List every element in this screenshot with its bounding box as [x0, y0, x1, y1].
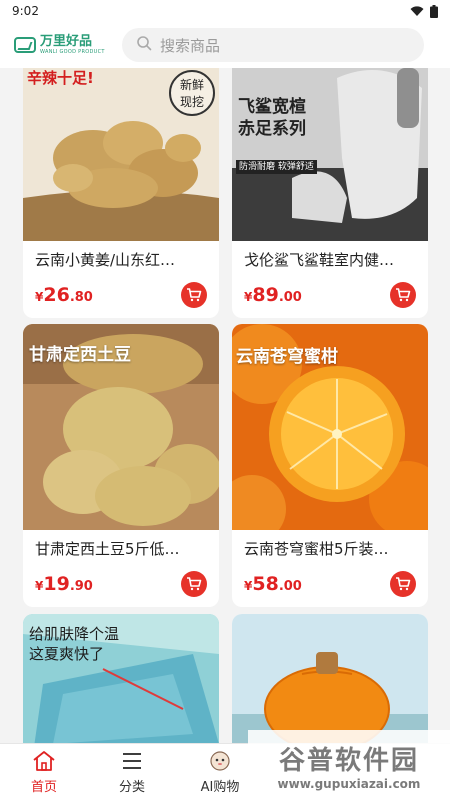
- product-card[interactable]: 云南苍穹蜜柑 云南苍穹蜜柑5斤装… ¥ 58 .00: [232, 324, 428, 607]
- fresh-badge: 新鲜 现挖: [169, 70, 215, 116]
- image-caption: 云南苍穹蜜柑: [236, 347, 338, 367]
- product-card[interactable]: [232, 614, 428, 743]
- image-caption: 赤足系列: [238, 119, 306, 139]
- product-image-pumpkin[interactable]: [232, 614, 428, 743]
- cart-icon: [396, 288, 411, 302]
- logo-name: 万里好品: [40, 34, 93, 49]
- logo-mark-icon: [14, 37, 36, 53]
- product-grid[interactable]: 辛辣十足! 新鲜 现挖 云南小黄姜/山东红… ¥ 26 .80 飞鲨宽楦 赤足系…: [23, 68, 428, 743]
- image-caption: 防滑耐磨 软弹舒适: [236, 160, 317, 175]
- logo-subtitle: WANLI GOOD PRODUCT: [40, 49, 105, 55]
- product-title[interactable]: 戈伦鲨飞鲨鞋室内健…: [232, 249, 428, 270]
- add-to-cart-button[interactable]: [390, 282, 416, 308]
- image-caption: 辛辣十足!: [27, 69, 94, 87]
- image-caption: 飞鲨宽楦: [238, 97, 306, 117]
- image-caption: 这夏爽快了: [29, 645, 105, 663]
- watermark: 谷普软件园 www.gupuxiazai.com: [248, 730, 450, 800]
- search-icon: [136, 35, 152, 55]
- product-image-oranges[interactable]: 云南苍穹蜜柑: [232, 324, 428, 530]
- search-placeholder: 搜索商品: [160, 36, 221, 55]
- add-to-cart-button[interactable]: [181, 571, 207, 597]
- watermark-title: 谷普软件园: [278, 745, 419, 776]
- ai-mascot-icon: [210, 751, 230, 771]
- status-icons: [410, 4, 438, 18]
- product-title[interactable]: 云南小黄姜/山东红…: [23, 249, 219, 270]
- product-card[interactable]: 甘肃定西土豆 甘肃定西土豆5斤低… ¥ 19 .90: [23, 324, 219, 607]
- product-title[interactable]: 云南苍穹蜜柑5斤装…: [232, 538, 428, 559]
- list-icon: [123, 753, 141, 769]
- tab-label: 分类: [118, 780, 145, 795]
- tab-home[interactable]: 首页: [0, 750, 88, 795]
- add-to-cart-button[interactable]: [181, 282, 207, 308]
- cart-icon: [187, 577, 202, 591]
- battery-icon: [430, 4, 438, 18]
- product-price: ¥ 89 .00: [244, 284, 302, 306]
- status-bar: 9:02: [0, 0, 450, 22]
- watermark-url: www.gupuxiazai.com: [277, 776, 421, 791]
- tab-category[interactable]: 分类: [88, 750, 176, 795]
- product-card[interactable]: 飞鲨宽楦 赤足系列 防滑耐磨 软弹舒适 戈伦鲨飞鲨鞋室内健… ¥ 89 .00: [232, 68, 428, 318]
- product-title[interactable]: 甘肃定西土豆5斤低…: [23, 538, 219, 559]
- tab-label: 首页: [30, 780, 57, 795]
- product-price: ¥ 26 .80: [35, 284, 93, 306]
- product-image-cooling-fabric[interactable]: 给肌肤降个温 这夏爽快了: [23, 614, 219, 743]
- tab-label: AI购物: [200, 780, 240, 795]
- search-input[interactable]: 搜索商品: [122, 28, 424, 62]
- add-to-cart-button[interactable]: [390, 571, 416, 597]
- product-price: ¥ 19 .90: [35, 573, 93, 595]
- product-card[interactable]: 辛辣十足! 新鲜 现挖 云南小黄姜/山东红… ¥ 26 .80: [23, 68, 219, 318]
- cart-icon: [187, 288, 202, 302]
- app-logo: 万里好品 WANLI GOOD PRODUCT: [14, 35, 114, 55]
- status-time: 9:02: [12, 4, 39, 18]
- product-price: ¥ 58 .00: [244, 573, 302, 595]
- wifi-icon: [410, 5, 424, 17]
- product-card[interactable]: 给肌肤降个温 这夏爽快了: [23, 614, 219, 743]
- product-image-shoes[interactable]: 飞鲨宽楦 赤足系列 防滑耐磨 软弹舒适: [232, 68, 428, 241]
- product-image-potatoes[interactable]: 甘肃定西土豆: [23, 324, 219, 530]
- image-caption: 给肌肤降个温: [29, 625, 120, 643]
- cart-icon: [396, 577, 411, 591]
- image-caption: 甘肃定西土豆: [29, 345, 131, 365]
- header: 万里好品 WANLI GOOD PRODUCT 搜索商品: [0, 22, 450, 68]
- home-icon: [33, 751, 55, 771]
- product-image-ginger[interactable]: 辛辣十足! 新鲜 现挖: [23, 68, 219, 241]
